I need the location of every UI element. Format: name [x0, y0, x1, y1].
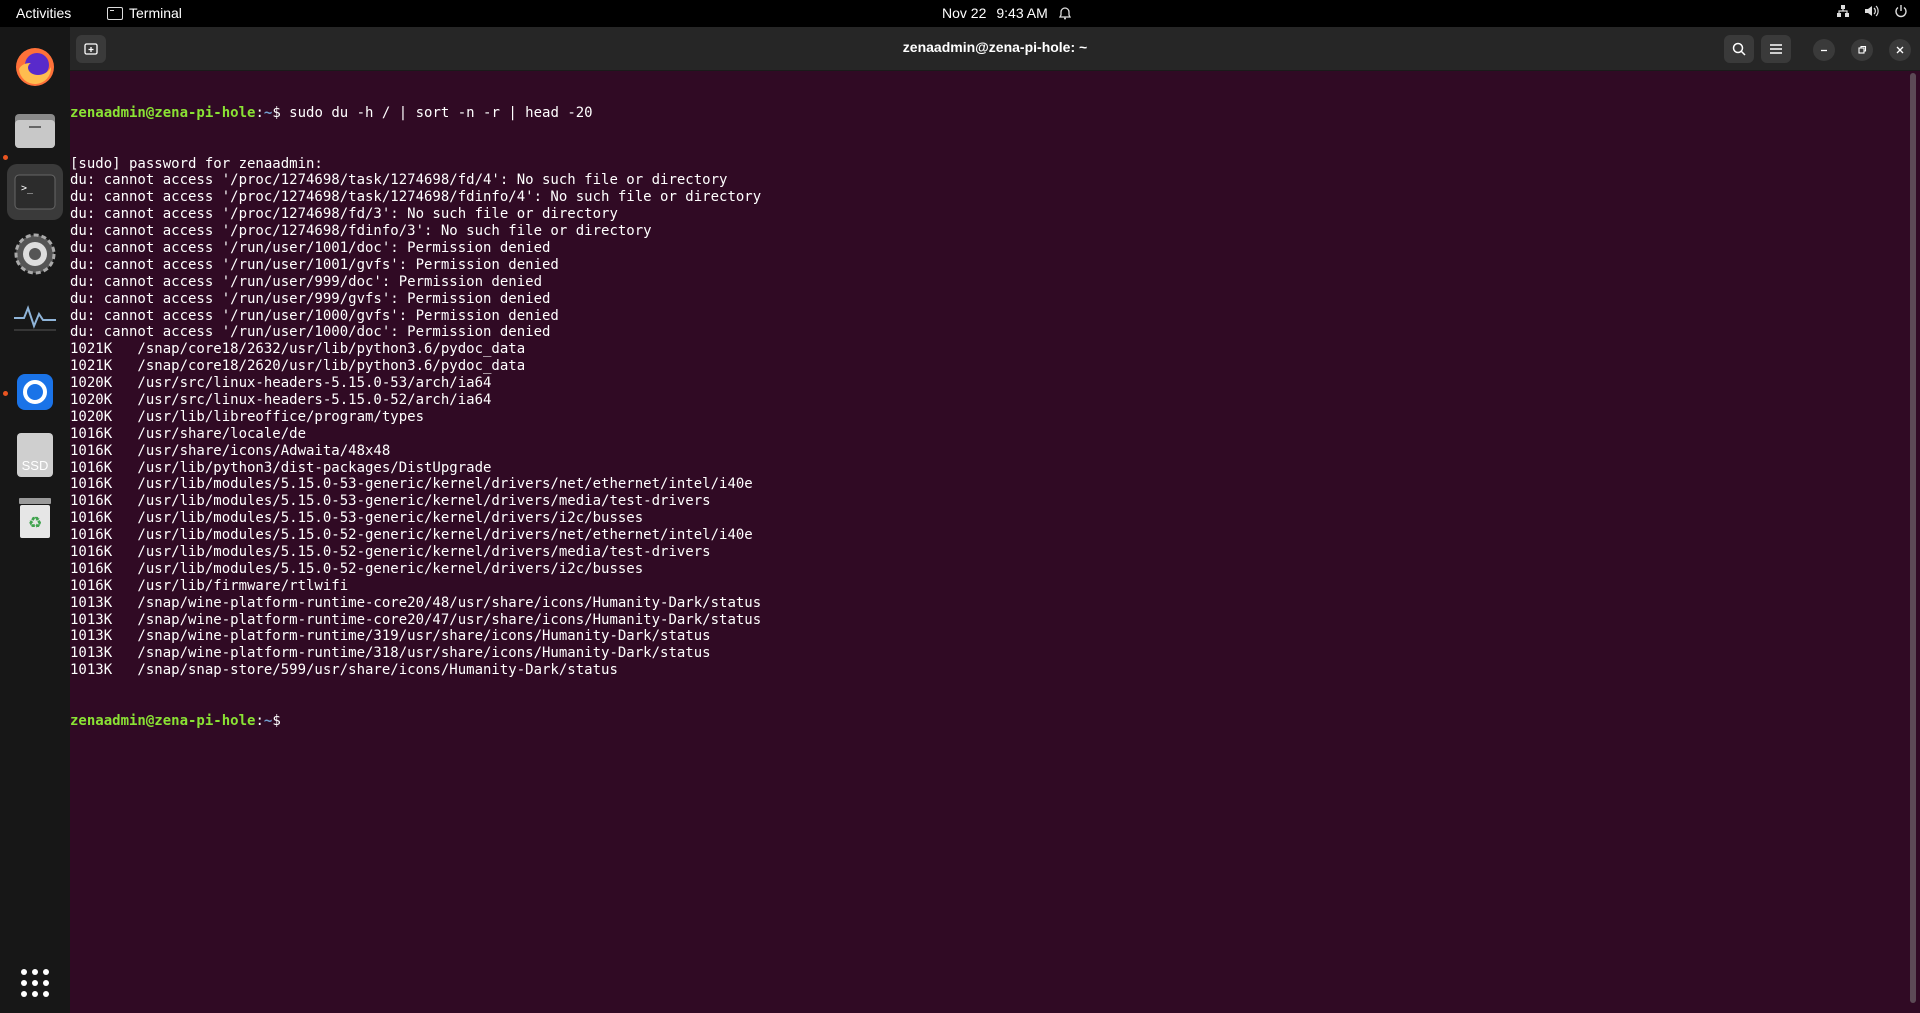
output-line: 1020K /usr/src/linux-headers-5.15.0-53/a…: [70, 375, 492, 392]
prompt-separator: :: [255, 712, 264, 729]
power-icon: [1895, 5, 1907, 18]
output-line: 1016K /usr/lib/modules/5.15.0-52-generic…: [70, 560, 644, 577]
scrollbar[interactable]: [1910, 73, 1916, 1003]
command-line: zenaadmin@zena-pi-hole:~$ sudo du -h / |…: [70, 105, 1905, 122]
minimize-button[interactable]: [1813, 39, 1835, 61]
output-line: 1020K /usr/lib/libreoffice/program/types: [70, 408, 425, 425]
dock: >_ SSD ♻: [0, 27, 70, 1013]
alarm-icon: [1058, 7, 1071, 20]
files-icon: [15, 114, 55, 148]
output-line: 1016K /usr/lib/modules/5.15.0-52-generic…: [70, 527, 753, 544]
output-lines: [sudo] password for zenaadmin: du: cannot…: [70, 156, 1905, 680]
prompt-user: zenaadmin@zena-pi-hole: [70, 104, 256, 121]
app-icon: [17, 374, 53, 410]
system-monitor-icon: [14, 305, 56, 331]
close-icon: [1896, 46, 1904, 54]
volume-icon: [1865, 5, 1879, 17]
output-line: 1016K /usr/share/icons/Adwaita/48x48: [70, 442, 391, 459]
dock-trash[interactable]: ♻: [7, 490, 63, 546]
dock-terminal[interactable]: >_: [7, 164, 63, 220]
prompt-symbol: $: [272, 104, 290, 121]
top-bar: Activities Terminal Nov 22 9:43 AM: [0, 0, 1920, 27]
output-line: 1013K /snap/wine-platform-runtime/319/us…: [70, 628, 711, 645]
prompt-user: zenaadmin@zena-pi-hole: [70, 712, 256, 729]
ssd-label: SSD: [21, 458, 49, 473]
dock-firefox[interactable]: [7, 39, 63, 95]
output-line: 1016K /usr/lib/modules/5.15.0-53-generic…: [70, 510, 644, 527]
running-indicator: [3, 155, 8, 160]
search-button[interactable]: [1724, 35, 1754, 63]
terminal-output[interactable]: zenaadmin@zena-pi-hole:~$ sudo du -h / |…: [70, 71, 1905, 1013]
prompt-separator: :: [255, 104, 264, 121]
app-menu[interactable]: Terminal: [107, 5, 182, 21]
trash-icon: ♻: [19, 498, 51, 538]
ssd-icon: SSD: [17, 433, 53, 477]
app-menu-label: Terminal: [129, 5, 182, 21]
output-line: 1013K /snap/snap-store/599/usr/share/ico…: [70, 662, 618, 679]
system-status-menu[interactable]: [1836, 4, 1908, 18]
terminal-window: zenaadmin@zena-pi-hole: ~ zenaadmin@zena…: [70, 27, 1920, 1013]
output-line: du: cannot access '/proc/1274698/fd/3': …: [70, 206, 618, 223]
menu-button[interactable]: [1761, 35, 1791, 63]
output-line: 1013K /snap/wine-platform-runtime-core20…: [70, 611, 762, 628]
output-line: du: cannot access '/proc/1274698/task/12…: [70, 189, 762, 206]
output-line: 1016K /usr/lib/modules/5.15.0-52-generic…: [70, 544, 711, 560]
close-button[interactable]: [1889, 39, 1911, 61]
prompt-symbol: $: [272, 712, 290, 729]
restore-icon: [1858, 45, 1867, 54]
output-line: du: cannot access '/run/user/999/gvfs': …: [70, 290, 551, 307]
output-line: 1016K /usr/lib/modules/5.15.0-53-generic…: [70, 493, 711, 510]
svg-text:♻: ♻: [28, 513, 42, 532]
search-icon: [1732, 42, 1746, 56]
header-bar: zenaadmin@zena-pi-hole: ~: [70, 27, 1920, 71]
activities-button[interactable]: Activities: [16, 5, 71, 21]
dock-ssd[interactable]: SSD: [7, 427, 63, 483]
output-line: 1021K /snap/core18/2620/usr/lib/python3.…: [70, 358, 526, 375]
minimize-icon: [1821, 49, 1827, 52]
firefox-icon: [16, 48, 54, 86]
output-line: 1021K /snap/core18/2632/usr/lib/python3.…: [70, 341, 526, 358]
output-line: 1016K /usr/lib/firmware/rtlwifi: [70, 577, 349, 594]
window-title: zenaadmin@zena-pi-hole: ~: [902, 39, 1088, 55]
output-line: du: cannot access '/run/user/1000/gvfs':…: [70, 307, 559, 324]
output-line: du: cannot access '/proc/1274698/fdinfo/…: [70, 223, 652, 240]
svg-text:>_: >_: [21, 183, 34, 194]
output-line: du: cannot access '/run/user/1001/doc': …: [70, 239, 551, 256]
dock-system-monitor[interactable]: [7, 289, 63, 345]
network-icon: [1837, 5, 1849, 17]
output-line: 1020K /usr/src/linux-headers-5.15.0-52/a…: [70, 391, 492, 408]
command-text: sudo du -h / | sort -n -r | head -20: [289, 104, 593, 121]
output-line: [sudo] password for zenaadmin:: [70, 155, 323, 172]
output-line: 1016K /usr/lib/python3/dist-packages/Dis…: [70, 459, 492, 476]
settings-icon: [14, 233, 56, 275]
output-line: du: cannot access '/run/user/1000/doc': …: [70, 324, 551, 341]
dock-app[interactable]: [7, 364, 63, 420]
time-label: 9:43 AM: [996, 5, 1048, 21]
app-grid-icon: [21, 969, 49, 997]
current-prompt[interactable]: zenaadmin@zena-pi-hole:~$: [70, 713, 1905, 730]
terminal-icon: >_: [14, 174, 56, 210]
output-line: 1016K /usr/lib/modules/5.15.0-53-generic…: [70, 476, 753, 493]
output-line: du: cannot access '/proc/1274698/task/12…: [70, 172, 728, 189]
output-line: 1013K /snap/wine-platform-runtime-core20…: [70, 594, 762, 611]
clock[interactable]: Nov 22 9:43 AM: [942, 5, 1072, 21]
dock-files[interactable]: [7, 102, 63, 158]
output-line: du: cannot access '/run/user/999/doc': P…: [70, 273, 543, 290]
show-apps-button[interactable]: [7, 955, 63, 1011]
dock-settings[interactable]: [7, 226, 63, 282]
date-label: Nov 22: [942, 5, 987, 21]
output-line: 1016K /usr/share/locale/de: [70, 425, 307, 442]
maximize-button[interactable]: [1851, 39, 1873, 61]
terminal-icon: [107, 6, 123, 20]
output-line: du: cannot access '/run/user/1001/gvfs':…: [70, 256, 559, 273]
output-line: 1013K /snap/wine-platform-runtime/318/us…: [70, 645, 711, 662]
hamburger-icon: [1770, 44, 1782, 54]
